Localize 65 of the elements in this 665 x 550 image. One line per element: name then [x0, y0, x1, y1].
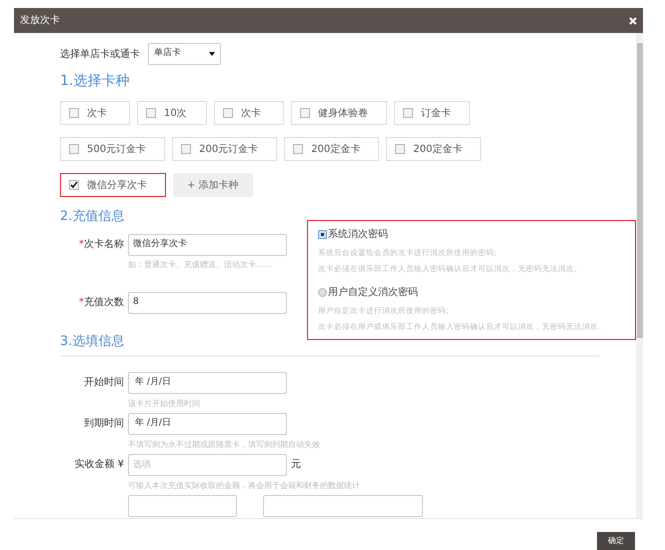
option-label: 500元订金卡 [87, 142, 148, 156]
date-field[interactable]: 年 /月/日 [128, 372, 287, 394]
checkbox[interactable] [181, 144, 192, 154]
checkbox[interactable] [69, 144, 79, 154]
text-field[interactable]: 微信分享次卡 [128, 234, 287, 256]
hint-text: 不填写则为永不过期或跟随票卡，填写则到期自动失效 [128, 438, 321, 450]
unit-label: 元 [291, 458, 301, 472]
option-label: 微信分享次卡 [87, 178, 148, 192]
hint-text: 该卡片开始使用时间 [128, 398, 201, 410]
window-title: 发放次卡 [20, 14, 60, 28]
section-heading: 1.选择卡种 [60, 72, 130, 91]
card-kind-option[interactable]: 订金卡 [394, 101, 470, 125]
checkbox[interactable] [395, 144, 406, 154]
card-kind-option[interactable]: 次卡 [214, 101, 284, 125]
field-label: 选择单店卡或通卡 [60, 48, 140, 62]
required-mark: * [79, 296, 84, 310]
option-label: 200元订金卡 [199, 142, 260, 156]
text-field[interactable]: 8 [128, 292, 287, 314]
check-icon [70, 181, 78, 189]
checkbox[interactable] [300, 108, 310, 118]
option-label: 健身体验卷 [318, 106, 369, 120]
field-label: 充值次数 [84, 296, 124, 310]
option-label: 200定金卡 [413, 142, 464, 156]
checkbox[interactable] [69, 180, 79, 190]
required-mark: * [79, 238, 84, 252]
text-field[interactable] [263, 494, 423, 516]
radio-button[interactable] [318, 288, 327, 296]
field-label: 开始时间 [83, 376, 124, 390]
checkbox[interactable] [146, 108, 156, 118]
add-card-kind-button[interactable]: + 添加卡种 [173, 173, 253, 197]
caret-icon [209, 52, 215, 56]
checkbox[interactable] [69, 108, 79, 118]
hint-text: 可输入本次充值实际收取的金额，将会用于会籍和财务的数据统计 [128, 480, 361, 492]
card-kind-option[interactable]: 200定金卡 [284, 137, 380, 161]
section-heading: 3.选填信息 [60, 333, 126, 351]
field-label: 到期时间 [83, 416, 124, 431]
confirm-button[interactable]: 确定 [597, 532, 635, 550]
hint-text: 如：普通次卡、充值赠送、活动次卡...... [128, 258, 272, 270]
card-scope-select[interactable]: 单店卡 [148, 43, 221, 65]
scrollbar[interactable] [636, 33, 643, 518]
option-label: 次卡 [241, 106, 262, 120]
option-label: 用户自定义消次密码 [328, 286, 418, 300]
option-label: 10次 [164, 106, 188, 120]
field-label: 实收金额 ¥ [73, 458, 124, 472]
card-kind-option[interactable]: 次卡 [60, 101, 130, 125]
field-label: 次卡名称 [84, 238, 124, 252]
option-label: 系统消次密码 [328, 228, 388, 242]
section-heading: 2.充值信息 [60, 208, 126, 226]
checkbox[interactable] [293, 144, 304, 154]
card-kind-option[interactable]: 200元订金卡 [172, 137, 278, 161]
checkbox[interactable] [223, 108, 233, 118]
option-label: 200定金卡 [311, 142, 362, 156]
card-kind-option[interactable]: 200定金卡 [386, 137, 482, 161]
date-field[interactable]: 年 /月/日 [128, 412, 287, 434]
card-kind-option[interactable]: 500元订金卡 [60, 137, 166, 161]
radio-button[interactable] [318, 230, 327, 239]
select-field[interactable] [128, 494, 237, 516]
option-label: 订金卡 [421, 106, 452, 120]
checkbox[interactable] [403, 108, 413, 118]
close-icon[interactable] [629, 16, 637, 24]
card-kind-option[interactable]: 10次 [137, 101, 207, 125]
card-kind-option[interactable]: 微信分享次卡 [60, 173, 166, 197]
amount-field[interactable]: 选填 [128, 454, 287, 476]
option-label: 次卡 [87, 106, 108, 120]
card-kind-option[interactable]: 健身体验卷 [291, 101, 387, 125]
